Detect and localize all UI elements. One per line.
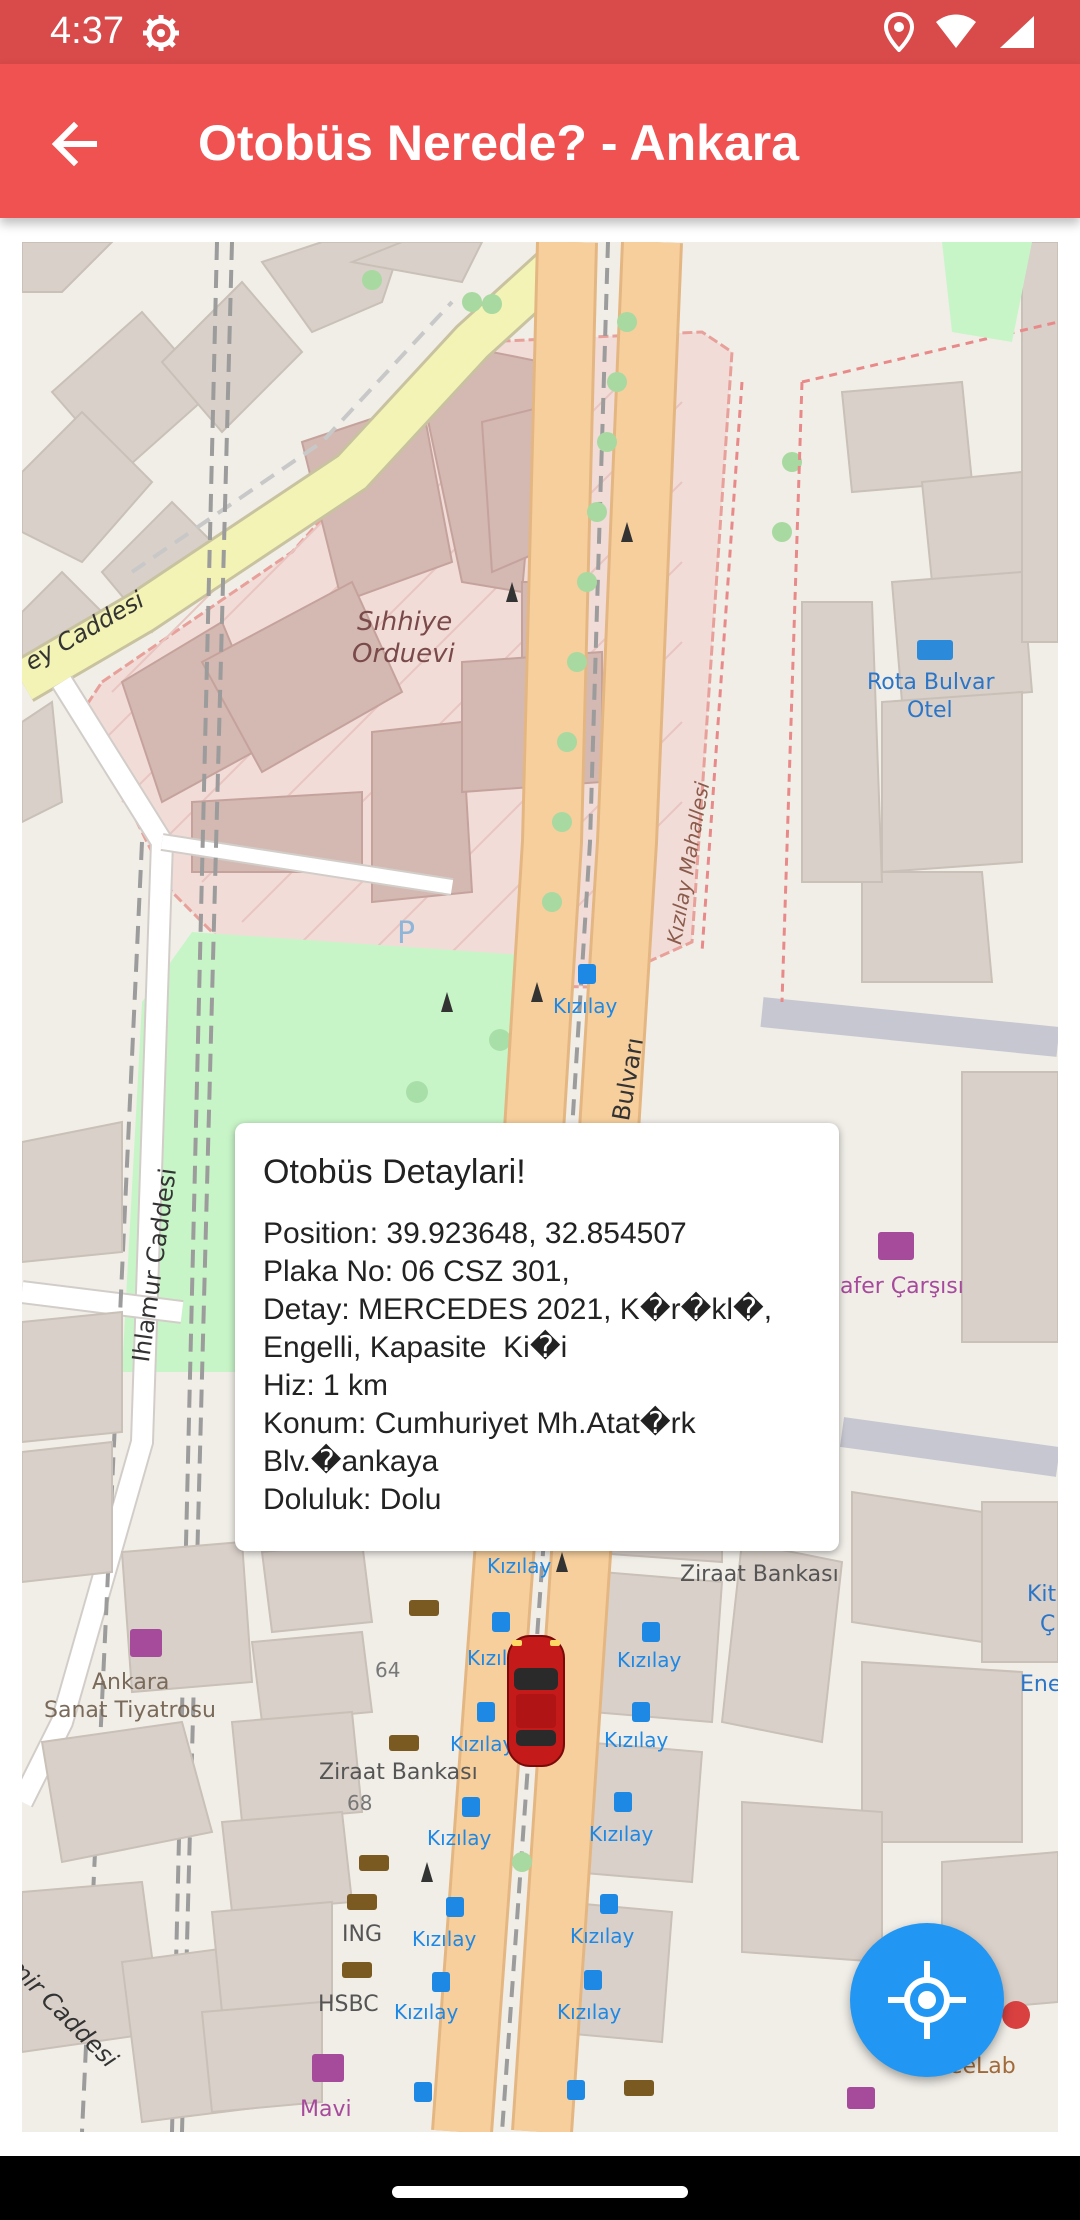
my-location-icon	[888, 1961, 966, 2039]
map-label-mavi: Mavi	[300, 2097, 352, 2122]
map-label-kit: Kit	[1027, 1582, 1057, 1607]
map-label-ziraat-left: Ziraat Bankası	[319, 1760, 478, 1785]
popup-line-speed: Hiz: 1 km	[263, 1369, 389, 1402]
popup-line-detail: Detay: MERCEDES 2021, K�r�kl�,	[263, 1293, 773, 1326]
arrow-back-icon	[51, 121, 97, 167]
popup-title: Otobüs Detaylari!	[263, 1153, 526, 1191]
map-label-sihhiye: Sıhhiye	[357, 607, 453, 637]
app-bar: Otobüs Nerede? - Ankara	[0, 64, 1080, 218]
settings-gear-icon	[142, 14, 180, 52]
map-label-ziraat-top: Ziraat Bankası	[680, 1562, 839, 1587]
map-label-ankara-line1: Ankara	[92, 1670, 170, 1695]
home-gesture-handle[interactable]	[392, 2186, 688, 2198]
map-label-rota-line1: Rota Bulvar	[867, 670, 995, 695]
my-location-button[interactable]	[850, 1923, 1004, 2077]
map-label-rota-line2: Otel	[907, 698, 953, 723]
popup-line-plate: Plaka No: 06 CSZ 301,	[263, 1255, 570, 1288]
map-label-zafer: afer Çarşısı	[840, 1274, 964, 1299]
system-nav-bar	[0, 2156, 1080, 2220]
map-label-kizilay-5: Kızılay	[450, 1732, 515, 1756]
map-label-kizilay-9: Kızılay	[412, 1927, 477, 1951]
map-label-ankara-line2: Sanat Tiyatrosu	[44, 1698, 216, 1723]
map-label-kizilay-7: Kızılay	[427, 1826, 492, 1850]
app-title: Otobüs Nerede? - Ankara	[198, 115, 800, 171]
map-label-kizilay-10: Kızılay	[570, 1924, 635, 1948]
map-label-orduevi: Orduevi	[352, 639, 455, 669]
map-label-kizilay-12: Kızılay	[557, 2000, 622, 2024]
map-label-ene: Ene	[1020, 1672, 1058, 1697]
back-button[interactable]	[44, 114, 104, 174]
popup-line-occupancy: Doluluk: Dolu	[263, 1483, 442, 1516]
popup-line-location: Konum: Cumhuriyet Mh.Atat�rk	[263, 1407, 696, 1440]
car-marker-icon[interactable]	[506, 1634, 566, 1768]
status-bar: 4:37	[0, 0, 1080, 64]
map-label-c-partial: Ç	[1040, 1612, 1056, 1637]
signal-icon	[998, 14, 1036, 55]
popup-line-position: Position: 39.923648, 32.854507	[263, 1217, 687, 1250]
map-label-kizilay-2: Kızılay	[487, 1554, 552, 1578]
location-pin-icon	[883, 11, 915, 57]
status-time: 4:37	[50, 10, 124, 52]
popup-body: Position: 39.923648, 32.854507 Plaka No:…	[263, 1215, 823, 1519]
map-label-kizilay-1: Kızılay	[553, 994, 618, 1018]
map-label-parking: P	[397, 916, 416, 951]
map-label-kizilay-11: Kızılay	[394, 2000, 459, 2024]
bus-details-popup[interactable]: Otobüs Detaylari! Position: 39.923648, 3…	[235, 1123, 839, 1551]
map-label-kizilay-8: Kızılay	[589, 1822, 654, 1846]
popup-line-location-cont: Blv.�ankaya	[263, 1445, 439, 1478]
map-label-64: 64	[375, 1658, 401, 1682]
map-label-ing: ING	[342, 1922, 382, 1947]
map-label-kizilay-4: Kızılay	[617, 1648, 682, 1672]
map-label-68: 68	[347, 1791, 373, 1815]
map-label-kizilay-6: Kızılay	[604, 1728, 669, 1752]
popup-line-detail-cont: Engelli, Kapasite Ki�i	[263, 1331, 568, 1364]
wifi-icon	[934, 14, 978, 55]
map-label-hsbc: HSBC	[318, 1992, 379, 2017]
